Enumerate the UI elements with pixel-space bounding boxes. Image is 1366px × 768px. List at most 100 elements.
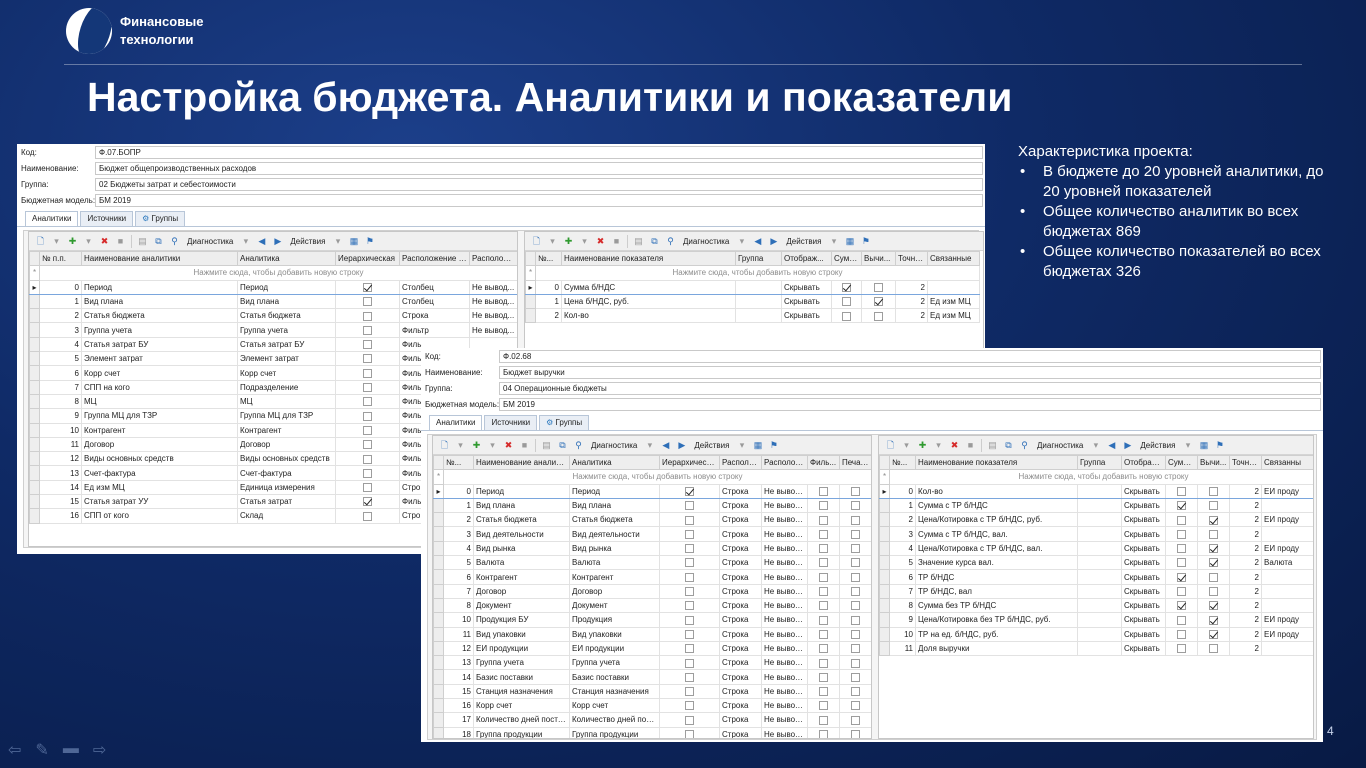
checkbox-cell[interactable] (1165, 583, 1198, 599)
checkbox[interactable] (1177, 644, 1186, 654)
checkbox-cell[interactable] (807, 655, 840, 671)
checkbox[interactable] (819, 572, 828, 582)
export-icon[interactable]: ⧉ (1003, 440, 1014, 451)
checkbox[interactable] (819, 672, 828, 682)
checkbox[interactable] (851, 486, 860, 496)
checkbox-cell[interactable] (1165, 597, 1198, 614)
checkbox-cell[interactable] (807, 698, 840, 714)
column-header[interactable]: Филь... (807, 454, 840, 471)
checkbox[interactable] (363, 397, 372, 407)
table-row[interactable]: ▸ 0 Период Период Столбец Не вывод... (29, 279, 517, 295)
view-settings-icon[interactable]: ▦ (844, 236, 855, 247)
dropdown-arrow-icon[interactable]: ▾ (487, 440, 498, 451)
new-row-text[interactable]: Нажмите сюда, чтобы добавить новую строк… (39, 265, 517, 281)
column-header[interactable]: № п.п. (39, 250, 82, 267)
checkbox[interactable] (851, 729, 860, 738)
checkbox[interactable] (685, 572, 694, 582)
checkbox[interactable] (363, 383, 372, 393)
checkbox[interactable] (1177, 501, 1186, 511)
checkbox-cell[interactable] (807, 612, 840, 628)
checkbox-cell[interactable] (335, 365, 400, 381)
table-row[interactable]: 11 Вид упаковки Вид упаковки Строка Не вывод… (433, 626, 871, 642)
checkbox-cell[interactable] (839, 640, 871, 657)
forward-arrow-icon[interactable]: ⇨ (93, 740, 106, 760)
field-input[interactable]: Ф.02.68 (499, 349, 1321, 363)
checkbox[interactable] (851, 687, 860, 697)
checkbox[interactable] (685, 672, 694, 682)
dropdown-arrow-icon[interactable]: ▾ (901, 440, 912, 451)
table-row[interactable]: 12 ЕИ продукции ЕИ продукции Строка Не вывод… (433, 640, 871, 657)
checkbox-cell[interactable] (807, 712, 840, 728)
checkbox-cell[interactable] (659, 583, 720, 599)
checkbox[interactable] (819, 601, 828, 611)
checkbox-cell[interactable] (659, 712, 720, 728)
checkbox-cell[interactable] (335, 465, 400, 481)
checkbox[interactable] (874, 297, 883, 307)
hierarchy-icon[interactable]: ⚲ (573, 440, 584, 451)
dropdown-arrow-icon[interactable]: ▾ (579, 236, 590, 247)
table-row[interactable]: 14 Базис поставки Базис поставки Строка Не в… (433, 669, 871, 685)
column-header[interactable]: Наименование показателя (915, 454, 1078, 471)
print-icon[interactable]: ▤ (137, 236, 148, 247)
print-icon[interactable]: ▤ (987, 440, 998, 451)
checkbox[interactable] (851, 644, 860, 654)
checkbox-cell[interactable] (839, 597, 871, 614)
checkbox-cell[interactable] (335, 408, 400, 424)
checkbox[interactable] (1209, 644, 1218, 654)
checkbox[interactable] (685, 615, 694, 625)
actions-menu[interactable]: Действия (692, 441, 731, 450)
save-icon[interactable]: ■ (611, 236, 622, 247)
export-icon[interactable]: ⧉ (649, 236, 660, 247)
checkbox[interactable] (363, 468, 372, 478)
save-icon[interactable]: ■ (115, 236, 126, 247)
filter-icon[interactable]: ⚑ (768, 440, 779, 451)
checkbox[interactable] (851, 672, 860, 682)
new-row-prompt[interactable]: * Нажмите сюда, чтобы добавить новую стро… (29, 265, 517, 281)
checkbox-cell[interactable] (659, 683, 720, 700)
checkbox[interactable] (1209, 601, 1218, 611)
diagnostics-menu[interactable]: Диагностика (589, 441, 639, 450)
checkbox[interactable] (685, 501, 694, 511)
field-input[interactable]: БМ 2019 (95, 193, 983, 207)
checkbox[interactable] (851, 658, 860, 668)
checkbox-cell[interactable] (839, 712, 871, 728)
checkbox[interactable] (363, 368, 372, 378)
tab-groups[interactable]: ⚙ Группы (135, 211, 186, 226)
actions-menu[interactable]: Действия (784, 237, 823, 246)
checkbox-cell[interactable] (839, 483, 871, 499)
table-row[interactable]: 1 Цена б/НДС, руб. Скрывать 2 Ед изм МЦ (525, 293, 980, 310)
field-input[interactable]: Бюджет общепроизводственных расходов (95, 161, 983, 175)
column-header[interactable]: Вычи... (861, 250, 896, 267)
hierarchy-icon[interactable]: ⚲ (1019, 440, 1030, 451)
table-row[interactable]: 10 ТР на ед. б/НДС, руб. Скрывать 2 ЕИ проду (879, 626, 1313, 642)
filter-icon[interactable]: ⚑ (364, 236, 375, 247)
column-header[interactable]: Иерархическая (659, 454, 720, 471)
new-record-icon[interactable]: 🗋 (439, 440, 450, 451)
dropdown-arrow-icon[interactable]: ▾ (83, 236, 94, 247)
checkbox-cell[interactable] (1197, 583, 1230, 599)
diagnostics-menu[interactable]: Диагностика (681, 237, 731, 246)
checkbox[interactable] (851, 701, 860, 711)
checkbox-cell[interactable] (659, 640, 720, 657)
dropdown-arrow-icon[interactable]: ▾ (736, 236, 747, 247)
table-row[interactable]: 8 Сумма без ТР б/НДС Скрывать 2 (879, 597, 1313, 614)
new-row-prompt[interactable]: * Нажмите сюда, чтобы добавить новую стро… (433, 469, 871, 485)
checkbox[interactable] (685, 715, 694, 725)
checkbox[interactable] (363, 340, 372, 350)
table-row[interactable]: 9 Цена/Котировка без ТР б/НДС, руб. Скрыва… (879, 612, 1313, 628)
field-input[interactable]: 04 Операционные бюджеты (499, 381, 1321, 395)
checkbox-cell[interactable] (1165, 640, 1198, 657)
checkbox-cell[interactable] (839, 512, 871, 528)
checkbox-cell[interactable] (335, 451, 400, 467)
table-row[interactable]: 18 Группа продукции Группа продукции Строка… (433, 726, 871, 738)
column-header[interactable]: Аналитика (237, 250, 336, 267)
column-header[interactable]: Расположение в... (399, 250, 470, 267)
checkbox[interactable] (874, 311, 883, 321)
checkbox-cell[interactable] (1197, 512, 1230, 528)
checkbox[interactable] (1177, 629, 1186, 639)
checkbox-cell[interactable] (335, 494, 400, 510)
pen-icon[interactable]: ✎ (35, 740, 48, 760)
arrow-right-icon[interactable]: ▶ (1122, 440, 1133, 451)
column-header[interactable]: Наименование аналитики (81, 250, 238, 267)
dropdown-arrow-icon[interactable]: ▾ (332, 236, 343, 247)
